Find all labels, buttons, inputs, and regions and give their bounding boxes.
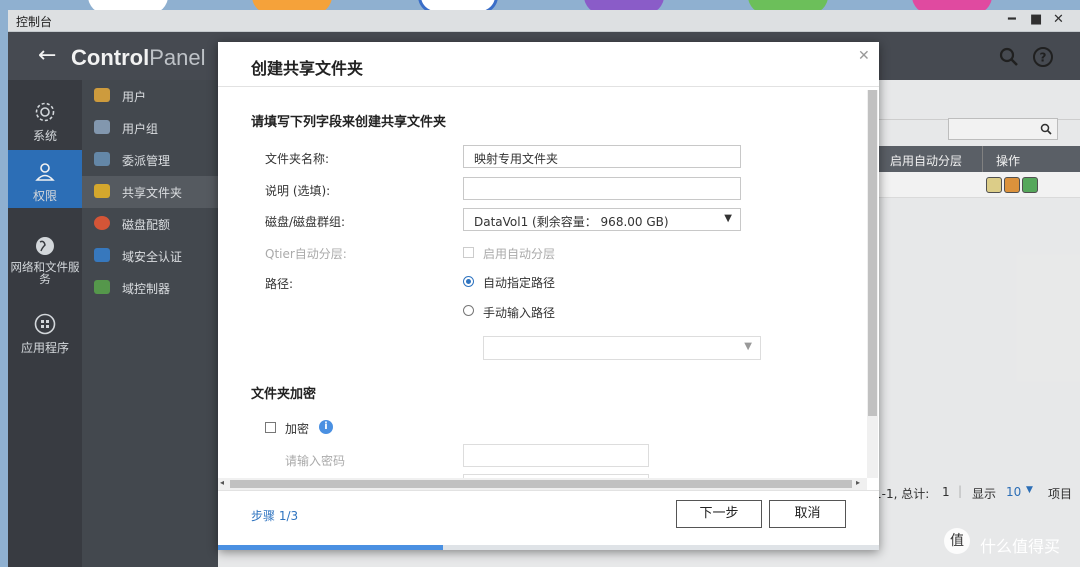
step-indicator: 步骤 1/3	[251, 509, 299, 523]
form-heading: 请填写下列字段来创建共享文件夹	[251, 115, 447, 130]
path-label: 路径:	[265, 277, 294, 291]
close-icon[interactable]: ✕	[858, 48, 870, 64]
password-label: 请输入密码	[285, 454, 346, 468]
qtier-option-label: 启用自动分层	[483, 247, 556, 261]
vertical-scroll-thumb[interactable]	[868, 90, 877, 416]
info-icon[interactable]: i	[319, 420, 333, 434]
dialog-title: 创建共享文件夹	[251, 59, 364, 78]
cancel-button[interactable]: 取消	[769, 500, 846, 528]
horizontal-scroll-thumb[interactable]	[230, 480, 852, 488]
description-label: 说明 (选填):	[265, 184, 331, 198]
path-manual-radio[interactable]	[463, 305, 474, 316]
wizard-progress	[218, 545, 879, 550]
watermark-text: 什么值得买	[980, 537, 1061, 556]
path-manual-label: 手动输入路径	[483, 306, 556, 320]
chevron-down-icon: ▼	[724, 213, 732, 224]
horizontal-scrollbar[interactable]: ◂ ▸	[218, 478, 867, 490]
folder-name-label: 文件夹名称:	[265, 152, 330, 166]
dialog-divider	[218, 86, 879, 87]
folder-name-input[interactable]: 映射专用文件夹	[463, 145, 741, 168]
path-select[interactable]: ▼	[483, 336, 761, 360]
qtier-label: Qtier自动分层:	[265, 247, 347, 261]
encrypt-label: 加密	[285, 422, 310, 436]
scroll-right-icon[interactable]: ▸	[856, 478, 860, 487]
create-shared-folder-dialog: 创建共享文件夹 ✕ 请填写下列字段来创建共享文件夹 文件夹名称: 映射专用文件夹…	[218, 42, 879, 550]
vertical-scrollbar[interactable]	[867, 90, 878, 478]
disk-select-value: DataVol1 (剩余容量： 968.00 GB)	[474, 215, 669, 229]
control-panel-window: 控制台 ━ ■ ✕ ← ControlPanel ? 系统 权限 网络和文件服务…	[8, 10, 1080, 567]
password-input[interactable]	[463, 444, 649, 467]
disk-label: 磁盘/磁盘群组:	[265, 215, 346, 229]
scroll-left-icon[interactable]: ◂	[220, 478, 224, 487]
path-auto-label: 自动指定路径	[483, 276, 556, 290]
footer-divider	[218, 490, 879, 491]
chevron-down-icon: ▼	[744, 341, 752, 352]
encryption-heading: 文件夹加密	[251, 387, 317, 402]
path-auto-radio[interactable]	[463, 276, 474, 287]
watermark-logo: 值	[944, 528, 970, 554]
wizard-progress-fill	[218, 545, 443, 550]
qtier-checkbox[interactable]	[463, 247, 474, 258]
encrypt-checkbox[interactable]	[265, 422, 276, 433]
description-input[interactable]	[463, 177, 741, 200]
disk-select[interactable]: DataVol1 (剩余容量： 968.00 GB) ▼	[463, 208, 741, 231]
next-button[interactable]: 下一步	[676, 500, 762, 528]
